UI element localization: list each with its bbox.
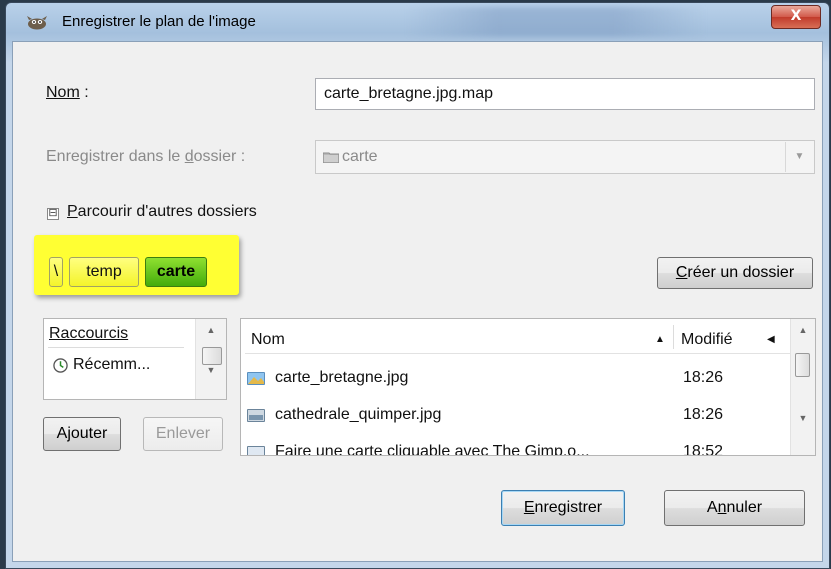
save-folder-label-pre: Enregistrer dans le <box>46 148 185 165</box>
title-bar[interactable]: Enregistrer le plan de l'image X <box>6 3 829 41</box>
column-header-name[interactable]: Nom <box>251 331 285 349</box>
name-label: Nom : <box>46 84 89 102</box>
title-bar-glow <box>406 7 706 37</box>
image-file-icon <box>247 409 265 422</box>
path-crumb-carte[interactable]: carte <box>145 257 207 287</box>
places-header[interactable]: Raccourcis <box>49 325 128 343</box>
cancel-mnemonic: n <box>717 499 727 516</box>
browse-label-mnemonic: P <box>67 203 78 220</box>
window-title: Enregistrer le plan de l'image <box>62 13 256 30</box>
file-list-scrollbar[interactable]: ▲ ▼ <box>790 319 815 455</box>
scroll-down-icon[interactable]: ▼ <box>196 361 226 379</box>
dialog-content: Nom : carte_bretagne.jpg.map Enregistrer… <box>12 41 823 562</box>
file-list-scroll-thumb[interactable] <box>795 353 810 377</box>
scroll-up-icon[interactable]: ▲ <box>791 321 815 339</box>
column-header-modified[interactable]: Modifié <box>681 331 733 349</box>
scroll-up-icon[interactable]: ▲ <box>196 321 226 339</box>
file-row-modified: 18:26 <box>683 406 724 423</box>
collapse-icon[interactable]: ⊟ <box>47 208 59 220</box>
path-crumb-root[interactable]: \ <box>49 257 63 287</box>
column-scroll-left-icon[interactable]: ◀ <box>767 334 775 345</box>
save-image-map-dialog: Enregistrer le plan de l'image X Nom : c… <box>5 2 830 569</box>
file-row-name[interactable]: cathedrale_quimper.jpg <box>275 406 441 424</box>
header-divider <box>245 353 791 354</box>
file-row-modified: 18:52 <box>683 443 724 456</box>
name-label-colon: : <box>79 84 89 101</box>
path-crumb-temp[interactable]: temp <box>69 257 139 287</box>
save-folder-label-mnemonic: d <box>184 148 194 165</box>
save-mnemonic: E <box>523 499 535 516</box>
places-panel: Raccourcis Récemm... ▲ ▼ <box>43 318 227 400</box>
places-item-recent[interactable]: Récemm... <box>73 356 150 374</box>
create-folder-button[interactable]: Créer un dossier <box>657 257 813 289</box>
recent-icon <box>53 358 68 373</box>
cancel-label-post: nuler <box>726 499 763 516</box>
save-folder-combo[interactable]: carte ▼ <box>315 140 815 174</box>
document-file-icon <box>247 446 265 455</box>
file-row-name[interactable]: Faire une carte cliquable avec The Gimp.… <box>275 443 590 455</box>
file-list-panel: Nom ▲ Modifié ◀ carte_bretagne.jpg 18:26… <box>240 318 816 456</box>
gimp-app-icon <box>27 16 47 30</box>
browse-label-rest: arcourir d'autres dossiers <box>77 203 257 220</box>
save-folder-label-post: ossier : <box>193 148 246 165</box>
add-bookmark-button[interactable]: Ajouter <box>43 417 121 451</box>
column-divider <box>673 325 674 349</box>
save-label: nregistrer <box>534 499 603 516</box>
cancel-label-pre: A <box>706 499 718 516</box>
create-folder-mnemonic: C <box>675 264 688 281</box>
browse-folders-toggle[interactable]: Parcourir d'autres dossiers <box>67 203 257 221</box>
save-folder-value: carte <box>342 148 378 165</box>
name-label-text: Nom <box>46 84 80 101</box>
places-scrollbar[interactable]: ▲ ▼ <box>195 319 226 399</box>
folder-icon <box>323 152 339 163</box>
remove-bookmark-button[interactable]: Enlever <box>143 417 223 451</box>
places-header-divider <box>48 347 184 348</box>
create-folder-label: réer un dossier <box>687 264 795 281</box>
file-row-modified: 18:26 <box>683 369 724 386</box>
file-row-name[interactable]: carte_bretagne.jpg <box>275 369 408 387</box>
save-folder-label: Enregistrer dans le dossier : <box>46 148 245 166</box>
chevron-down-icon[interactable]: ▼ <box>785 142 813 172</box>
close-button[interactable]: X <box>771 5 821 29</box>
scroll-down-icon[interactable]: ▼ <box>791 409 815 427</box>
image-file-icon <box>247 372 265 385</box>
name-input[interactable]: carte_bretagne.jpg.map <box>315 78 815 110</box>
save-button[interactable]: Enregistrer <box>501 490 625 526</box>
sort-ascending-icon: ▲ <box>655 334 665 345</box>
cancel-button[interactable]: Annuler <box>664 490 805 526</box>
